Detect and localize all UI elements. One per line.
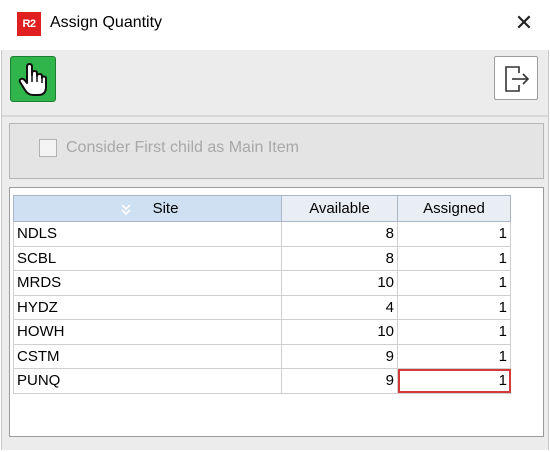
cell-assigned[interactable]: 1: [397, 245, 511, 271]
window-title: Assign Quantity: [50, 14, 163, 31]
site-grid: Site Available Assigned NDLS 8 1 SCBL 8 …: [13, 195, 511, 394]
cell-available: 10: [281, 270, 398, 296]
options-panel: Consider First child as Main Item: [9, 123, 544, 179]
toolbar: [2, 50, 548, 114]
cell-available: 8: [281, 245, 398, 271]
title-bar: R2 Assign Quantity ✕: [0, 0, 550, 50]
cell-available: 4: [281, 294, 398, 320]
table-row[interactable]: HOWH 10 1: [13, 319, 511, 345]
first-child-main-item-label: Consider First child as Main Item: [66, 139, 299, 156]
cell-assigned[interactable]: 1: [397, 294, 511, 320]
column-header-available[interactable]: Available: [281, 195, 398, 222]
hand-pointer-icon: [18, 63, 47, 96]
cell-assigned[interactable]: 1: [397, 343, 511, 369]
quantity-table: Site Available Assigned NDLS 8 1 SCBL 8 …: [9, 187, 544, 437]
cell-site[interactable]: SCBL: [13, 245, 282, 271]
column-header-site[interactable]: Site: [13, 195, 282, 222]
cell-available: 8: [281, 221, 398, 247]
table-row[interactable]: HYDZ 4 1: [13, 294, 511, 320]
table-row[interactable]: SCBL 8 1: [13, 245, 511, 271]
table-row[interactable]: CSTM 9 1: [13, 343, 511, 369]
cell-available: 9: [281, 368, 398, 394]
cell-available: 10: [281, 319, 398, 345]
cell-site[interactable]: PUNQ: [13, 368, 282, 394]
cell-assigned[interactable]: 1: [397, 221, 511, 247]
exit-button[interactable]: [494, 56, 538, 100]
cell-assigned[interactable]: 1: [397, 319, 511, 345]
header-filler: [512, 195, 542, 221]
exit-icon: [505, 66, 530, 92]
column-header-site-label: Site: [152, 200, 179, 217]
column-header-assigned[interactable]: Assigned: [397, 195, 511, 222]
assign-button[interactable]: [10, 56, 56, 102]
cell-site[interactable]: NDLS: [13, 221, 282, 247]
table-row[interactable]: PUNQ 9 1: [13, 368, 511, 394]
sort-descending-icon: [121, 204, 131, 216]
cell-site[interactable]: HYDZ: [13, 294, 282, 320]
cell-assigned[interactable]: 1: [397, 270, 511, 296]
cell-site[interactable]: HOWH: [13, 319, 282, 345]
table-header-row: Site Available Assigned: [13, 195, 511, 222]
first-child-main-item-checkbox[interactable]: [39, 139, 57, 157]
cell-available: 9: [281, 343, 398, 369]
cell-site[interactable]: CSTM: [13, 343, 282, 369]
dialog-body: Consider First child as Main Item Site A…: [1, 50, 549, 450]
table-row[interactable]: NDLS 8 1: [13, 221, 511, 247]
cell-site[interactable]: MRDS: [13, 270, 282, 296]
toolbar-divider: [2, 115, 548, 117]
close-button[interactable]: ✕: [510, 10, 538, 38]
cell-assigned-editing[interactable]: 1: [397, 368, 511, 394]
app-logo-icon: R2: [17, 12, 41, 36]
table-row[interactable]: MRDS 10 1: [13, 270, 511, 296]
